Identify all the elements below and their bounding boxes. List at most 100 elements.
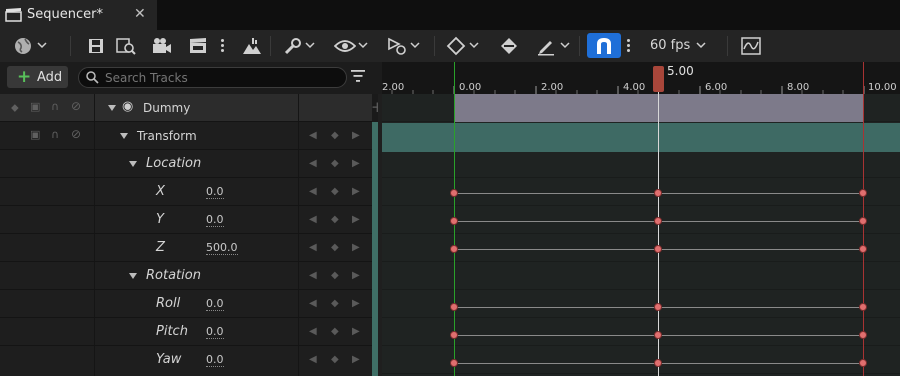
add-key-icon[interactable]: ◆ [331, 242, 339, 253]
add-key-icon[interactable]: ◆ [331, 158, 339, 169]
prev-key-icon[interactable]: ◀ [309, 326, 317, 337]
track-row-location[interactable]: Location ◀ ◆ ▶ [0, 150, 372, 178]
render-icon[interactable] [187, 34, 209, 58]
prev-key-icon[interactable]: ◀ [309, 242, 317, 253]
mute-icon[interactable]: ⊘ [71, 99, 81, 113]
value-field[interactable]: 0.0 [206, 214, 224, 227]
track-row-transform[interactable]: ▣ ∩ ⊘ Transform + ◀ ◆ ▶ [0, 122, 384, 150]
next-key-icon[interactable]: ▶ [352, 326, 360, 337]
add-key-icon[interactable]: ◆ [331, 270, 339, 281]
sequence-icon[interactable] [385, 34, 409, 58]
keyframe[interactable] [450, 245, 458, 253]
value-field[interactable]: 500.0 [206, 242, 238, 255]
value-field[interactable]: 0.0 [206, 186, 224, 199]
save-icon[interactable] [86, 34, 106, 58]
prev-key-icon[interactable]: ◀ [309, 270, 317, 281]
wrench-icon[interactable] [282, 34, 304, 58]
add-key-icon[interactable]: ◆ [331, 130, 339, 141]
add-key-icon[interactable]: ◆ [331, 298, 339, 309]
collapse-triangle-icon[interactable] [129, 273, 137, 279]
search-tracks-field[interactable] [78, 67, 347, 88]
pin-icon[interactable]: ⬥ [11, 101, 19, 115]
next-key-icon[interactable]: ▶ [352, 354, 360, 365]
track-row-pitch[interactable]: Pitch 0.0 ◀ ◆ ▶ [0, 318, 372, 346]
collapse-triangle-icon[interactable] [108, 105, 116, 111]
keyframe[interactable] [859, 217, 867, 225]
lock-icon[interactable]: ▣ [30, 100, 40, 113]
next-key-icon[interactable]: ▶ [352, 270, 360, 281]
track-row-rotation[interactable]: Rotation ◀ ◆ ▶ [0, 262, 372, 290]
keyframe[interactable] [450, 303, 458, 311]
keyframe[interactable] [654, 245, 662, 253]
playhead-handle[interactable] [653, 66, 664, 92]
pencil-icon[interactable] [535, 34, 557, 58]
keyframe[interactable] [654, 331, 662, 339]
value-field[interactable]: 0.0 [206, 298, 224, 311]
chevron-down-icon[interactable] [469, 41, 479, 49]
next-key-icon[interactable]: ▶ [352, 242, 360, 253]
next-key-icon[interactable]: ▶ [352, 214, 360, 225]
prev-key-icon[interactable]: ◀ [309, 158, 317, 169]
collapse-triangle-icon[interactable] [129, 161, 137, 167]
headphones-icon[interactable]: ∩ [51, 128, 59, 141]
track-row-roll[interactable]: Roll 0.0 ◀ ◆ ▶ [0, 290, 372, 318]
curve-editor-icon[interactable] [740, 34, 762, 58]
search-input[interactable] [105, 70, 335, 85]
actor-icon[interactable] [240, 34, 264, 58]
section-bar[interactable] [454, 94, 864, 122]
keyframe[interactable] [654, 189, 662, 197]
keyframe[interactable] [450, 189, 458, 197]
prev-key-icon[interactable]: ◀ [309, 298, 317, 309]
keyframe[interactable] [859, 189, 867, 197]
track-row-x[interactable]: X 0.0 ◀ ◆ ▶ [0, 178, 372, 206]
value-field[interactable]: 0.0 [206, 326, 224, 339]
add-key-icon[interactable]: ◆ [331, 326, 339, 337]
keyframe[interactable] [450, 331, 458, 339]
keyframe[interactable] [450, 359, 458, 367]
snap-options-icon[interactable] [627, 39, 630, 53]
find-icon[interactable] [114, 34, 138, 58]
chevron-down-icon[interactable] [37, 41, 47, 49]
track-row-dummy[interactable]: ⬥ ▣ ∩ ⊘ ◉ Dummy + [0, 94, 384, 122]
next-key-icon[interactable]: ▶ [352, 186, 360, 197]
transform-section[interactable] [382, 123, 900, 152]
mute-icon[interactable]: ⊘ [71, 127, 81, 141]
snap-toggle[interactable] [587, 33, 621, 58]
value-field[interactable]: 0.0 [206, 354, 224, 367]
track-row-y[interactable]: Y 0.0 ◀ ◆ ▶ [0, 206, 372, 234]
chevron-down-icon[interactable] [696, 41, 706, 49]
camera-icon[interactable] [150, 34, 174, 58]
filter-icon[interactable] [351, 70, 365, 82]
keyframe[interactable] [859, 359, 867, 367]
chevron-down-icon[interactable] [358, 41, 368, 49]
headphones-icon[interactable]: ∩ [51, 100, 59, 113]
keyframe-icon[interactable] [498, 34, 520, 58]
prev-key-icon[interactable]: ◀ [309, 186, 317, 197]
keyframe[interactable] [859, 245, 867, 253]
close-icon[interactable]: ✕ [134, 6, 146, 22]
next-key-icon[interactable]: ▶ [352, 298, 360, 309]
chevron-down-icon[interactable] [305, 41, 315, 49]
keyframe[interactable] [654, 359, 662, 367]
chevron-down-icon[interactable] [560, 41, 570, 49]
keyframe[interactable] [450, 217, 458, 225]
prev-key-icon[interactable]: ◀ [309, 354, 317, 365]
add-track-button[interactable]: + Add [7, 66, 68, 88]
add-key-icon[interactable]: ◆ [331, 354, 339, 365]
keyframe[interactable] [654, 217, 662, 225]
add-key-icon[interactable]: ◆ [331, 186, 339, 197]
track-row-z[interactable]: Z 500.0 ◀ ◆ ▶ [0, 234, 372, 262]
world-icon[interactable] [12, 34, 34, 58]
keyframe[interactable] [859, 331, 867, 339]
track-row-yaw[interactable]: Yaw 0.0 ◀ ◆ ▶ [0, 346, 372, 376]
keyframe[interactable] [654, 303, 662, 311]
collapse-triangle-icon[interactable] [120, 133, 128, 139]
add-key-icon[interactable]: ◆ [331, 214, 339, 225]
eye-icon[interactable] [333, 34, 357, 58]
prev-key-icon[interactable]: ◀ [309, 130, 317, 141]
tab-sequencer[interactable]: Sequencer* ✕ [0, 0, 157, 30]
time-ruler[interactable]: 2.00 0.00 2.00 4.00 6.00 8.00 10.00 [382, 62, 900, 94]
fps-selector[interactable]: 60 fps [650, 38, 690, 53]
lock-icon[interactable]: ▣ [30, 128, 40, 141]
key-icon[interactable] [445, 34, 467, 58]
